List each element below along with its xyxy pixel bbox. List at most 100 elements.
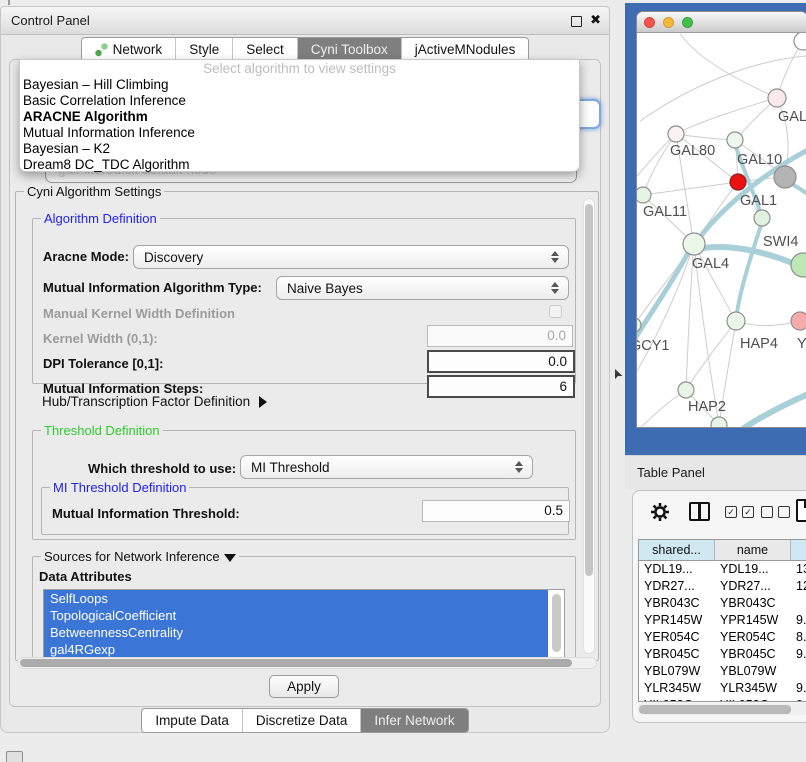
- column-header[interactable]: name: [715, 540, 791, 561]
- cyni-bottom-tabs: Impute Data Discretize DataInfer Network: [1, 708, 609, 733]
- which-threshold-label: Which threshold to use:: [88, 461, 236, 476]
- table-row[interactable]: YIL052CYIL052C9.: [639, 697, 806, 702]
- attribute-item-selected[interactable]: gal4RGexp: [44, 641, 548, 658]
- network-view-window[interactable]: GALGAL80GAL10GAL1GAL11GAL4SWI4GCY1HAP4YH…: [637, 12, 806, 427]
- network-node[interactable]: [774, 166, 796, 188]
- table-row[interactable]: YLR345WYLR345W9.: [639, 680, 806, 697]
- table-cell: YDR27...: [639, 578, 715, 595]
- table-cell: YBR045C: [715, 646, 791, 663]
- close-icon[interactable]: ✖: [590, 12, 601, 28]
- algorithm-option[interactable]: Bayesian – K2: [20, 141, 579, 157]
- network-node[interactable]: [794, 33, 806, 50]
- split-columns-icon[interactable]: [689, 502, 710, 521]
- unchecked-checkboxes-icon[interactable]: [761, 506, 790, 518]
- collapse-arrow-icon: [224, 554, 236, 562]
- table-horizontal-scrollbar[interactable]: [637, 703, 806, 715]
- hub-definition-expander[interactable]: Hub/Transcription Factor Definition: [42, 394, 267, 409]
- network-node-gal11[interactable]: [637, 187, 651, 203]
- column-header[interactable]: shared...: [639, 540, 715, 561]
- dpi-tolerance-field[interactable]: 0.0: [427, 350, 575, 373]
- algorithm-option[interactable]: ARACNE Algorithm: [20, 109, 579, 125]
- close-traffic-light-icon[interactable]: [644, 17, 655, 28]
- node-table[interactable]: shared...nameA YDL19...YDL19...13YDR27..…: [638, 539, 806, 702]
- settings-vertical-scrollbar[interactable]: [583, 198, 595, 654]
- attribute-item-selected[interactable]: BetweennessCentrality: [44, 624, 548, 641]
- table-cell: [791, 663, 806, 680]
- network-node-gal4[interactable]: [683, 233, 705, 255]
- aracne-mode-combo[interactable]: Discovery: [133, 245, 569, 269]
- network-node-gal[interactable]: [768, 89, 786, 107]
- tab-infer-network[interactable]: Infer Network: [360, 709, 467, 732]
- network-icon: [95, 43, 108, 57]
- network-node-swi4[interactable]: [791, 253, 806, 277]
- collapsed-panel-icon[interactable]: [6, 751, 23, 762]
- mi-threshold-field[interactable]: 0.5: [422, 500, 570, 522]
- node-label: GAL80: [670, 143, 715, 159]
- settings-horizontal-scrollbar[interactable]: [17, 657, 597, 669]
- kernel-width-field[interactable]: 0.0: [427, 325, 573, 347]
- table-row[interactable]: YPR145WYPR145W9.: [639, 612, 806, 629]
- network-window-titlebar[interactable]: [637, 12, 806, 33]
- tab-network[interactable]: Network: [82, 38, 176, 61]
- table-row[interactable]: YDR27...YDR27...12: [639, 578, 806, 595]
- minimize-traffic-light-icon[interactable]: [663, 17, 674, 28]
- control-panel-titlebar[interactable]: Control Panel ✖: [1, 7, 609, 35]
- checked-checkboxes-icon[interactable]: ✓✓: [725, 506, 754, 518]
- table-row[interactable]: YBL079WYBL079W: [639, 663, 806, 680]
- float-window-icon[interactable]: [571, 16, 582, 27]
- algorithm-dropdown: Select algorithm to view settings Bayesi…: [19, 59, 580, 172]
- table-cell: YBL079W: [715, 663, 791, 680]
- mi-threshold-group: MI Threshold Definition Mutual Informati…: [41, 487, 569, 535]
- manual-kernel-checkbox[interactable]: [549, 305, 562, 318]
- network-node-y[interactable]: [791, 312, 806, 330]
- algorithm-option[interactable]: Mutual Information Inference: [20, 125, 579, 141]
- algorithm-option[interactable]: Bayesian – Hill Climbing: [20, 77, 579, 93]
- tab-label: Impute Data: [155, 709, 229, 732]
- network-node-gal1[interactable]: [730, 174, 746, 190]
- document-icon[interactable]: [796, 499, 806, 522]
- tab-jactivemnodules[interactable]: jActiveMNodules: [401, 38, 529, 61]
- tab-style[interactable]: Style: [175, 38, 232, 61]
- table-row[interactable]: YBR043CYBR043C: [639, 595, 806, 612]
- table-cell: 13: [791, 561, 806, 578]
- node-label: GAL1: [740, 193, 777, 209]
- table-row[interactable]: YDL19...YDL19...13: [639, 561, 806, 578]
- mi-type-combo[interactable]: Naive Bayes: [276, 276, 569, 300]
- table-cell: YER054C: [715, 629, 791, 646]
- zoom-traffic-light-icon[interactable]: [682, 17, 693, 28]
- algorithm-option[interactable]: Dream8 DC_TDC Algorithm: [20, 157, 579, 173]
- apply-button[interactable]: Apply: [269, 675, 339, 698]
- tab-label: jActiveMNodules: [415, 38, 516, 61]
- algorithm-option[interactable]: Basic Correlation Inference: [20, 93, 579, 109]
- mi-steps-field[interactable]: 6: [427, 375, 575, 398]
- tab-discretize-data[interactable]: Discretize Data: [242, 709, 361, 732]
- tab-cyni-toolbox[interactable]: Cyni Toolbox: [297, 38, 401, 61]
- sources-legend[interactable]: Sources for Network Inference: [41, 549, 239, 564]
- network-graph[interactable]: GALGAL80GAL10GAL1GAL11GAL4SWI4GCY1HAP4YH…: [637, 33, 806, 427]
- control-panel-title: Control Panel: [11, 7, 90, 34]
- column-header[interactable]: A: [791, 540, 806, 561]
- network-node-gal80[interactable]: [668, 126, 684, 142]
- list-scrollbar[interactable]: [552, 594, 561, 652]
- table-cell: 12: [791, 578, 806, 595]
- attribute-item-selected[interactable]: SelfLoops: [44, 590, 548, 607]
- which-threshold-combo[interactable]: MI Threshold: [240, 455, 533, 479]
- data-attributes-list[interactable]: SelfLoopsTopologicalCoefficientBetweenne…: [43, 589, 565, 661]
- aracne-mode-value: Discovery: [144, 250, 203, 265]
- attribute-item-selected[interactable]: TopologicalCoefficient: [44, 607, 548, 624]
- network-canvas[interactable]: GALGAL80GAL10GAL1GAL11GAL4SWI4GCY1HAP4YH…: [637, 33, 806, 427]
- gear-icon[interactable]: [649, 501, 671, 526]
- network-node[interactable]: [754, 210, 770, 226]
- table-row[interactable]: YER054CYER054C8.: [639, 629, 806, 646]
- tab-select[interactable]: Select: [232, 38, 297, 61]
- table-cell: 9.: [791, 680, 806, 697]
- network-node-hap2[interactable]: [678, 382, 694, 398]
- tab-impute-data[interactable]: Impute Data: [142, 709, 242, 732]
- table-cell: 9.: [791, 612, 806, 629]
- network-node[interactable]: [711, 417, 727, 427]
- network-node-gal10[interactable]: [727, 132, 743, 148]
- top-divider-tick: [8, 0, 10, 5]
- table-cell: YBL079W: [639, 663, 715, 680]
- table-row[interactable]: YBR045CYBR045C9.: [639, 646, 806, 663]
- network-node-hap4[interactable]: [727, 312, 745, 330]
